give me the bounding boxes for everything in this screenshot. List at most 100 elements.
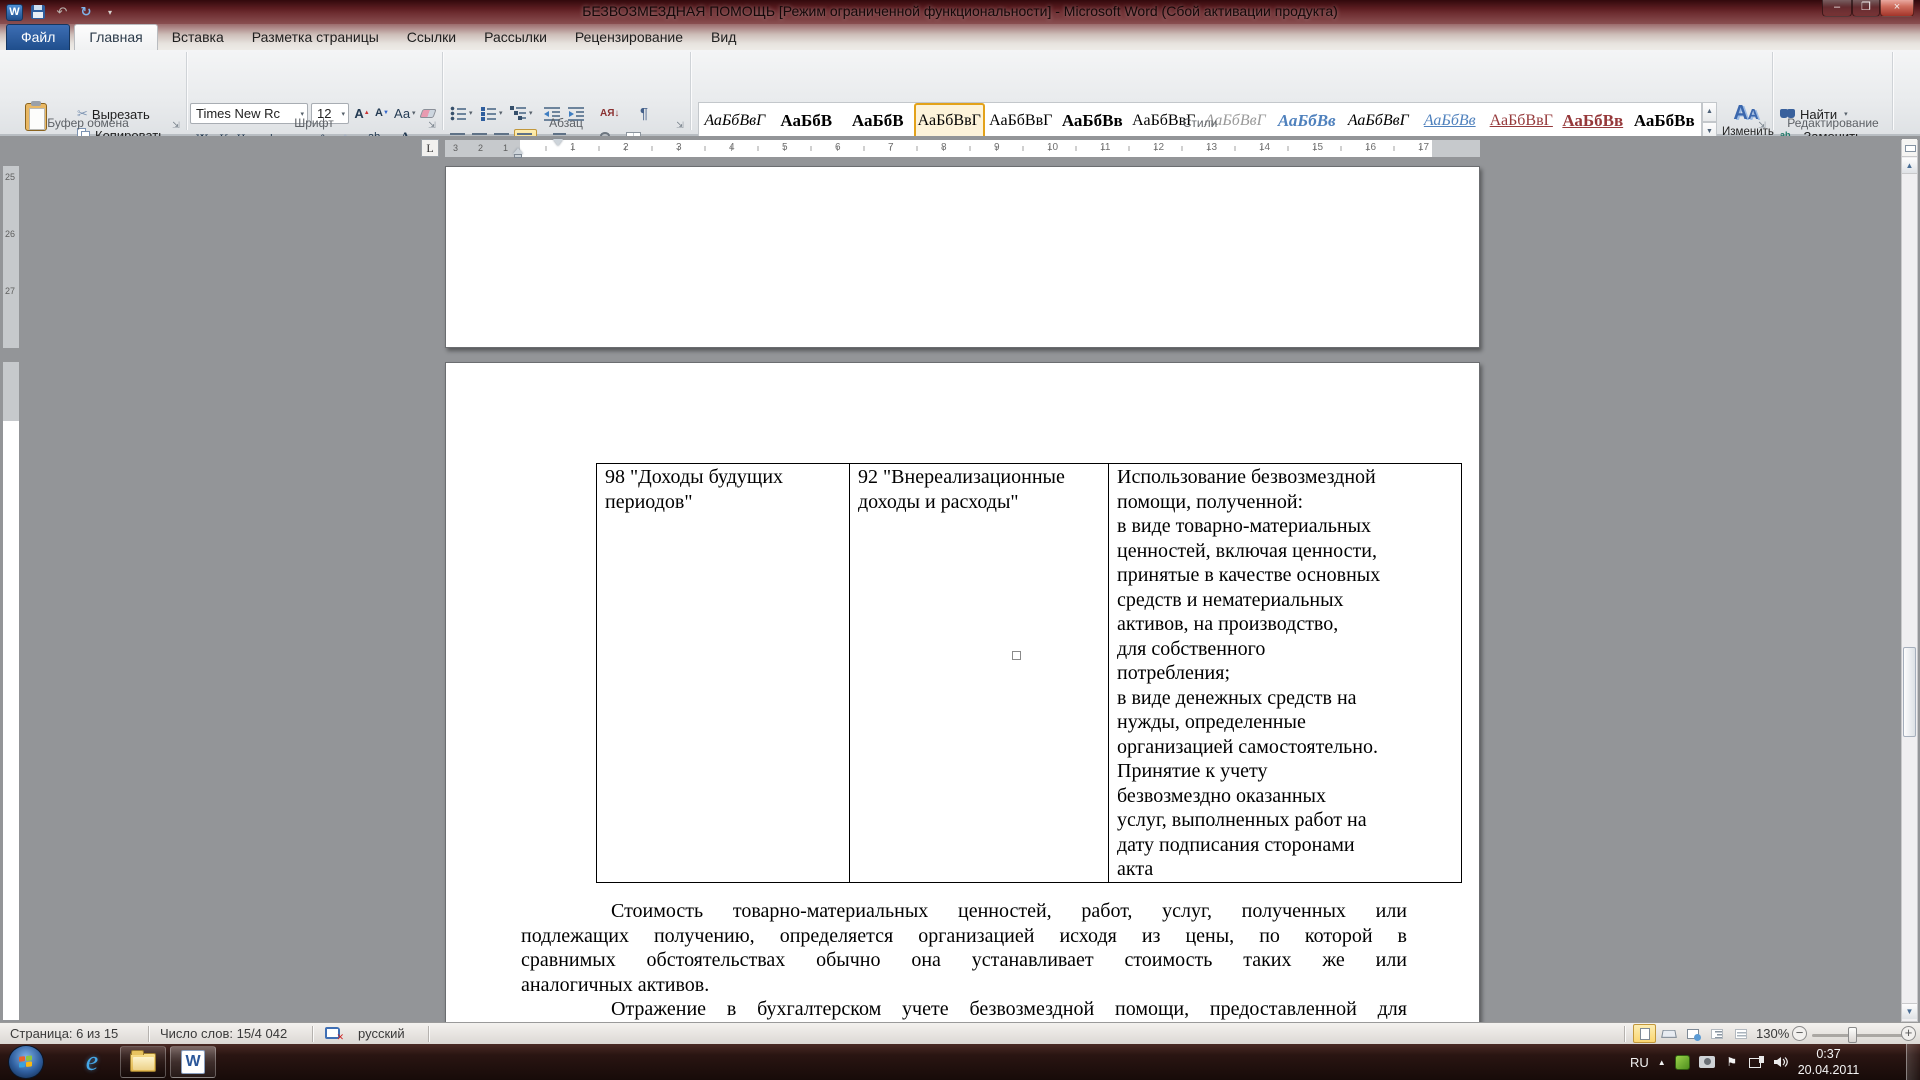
table-cell-usage[interactable]: Использование безвозмездной помощи, полу… [1109, 464, 1462, 883]
word-count[interactable]: Число слов: 15/4 042 [160, 1026, 287, 1041]
save-icon [31, 5, 45, 19]
ruler-toggle-button[interactable] [1902, 139, 1917, 157]
network-tray-icon[interactable] [1749, 1056, 1764, 1068]
web-layout-icon [1687, 1029, 1699, 1039]
tab-вставка[interactable]: Вставка [158, 25, 238, 50]
status-separator [312, 1026, 313, 1042]
vertical-ruler[interactable]: 252627 [3, 166, 19, 1020]
folder-icon [130, 1053, 156, 1072]
zoom-level[interactable]: 130% [1756, 1026, 1789, 1041]
page-previous[interactable] [445, 166, 1480, 348]
print-layout-icon [1640, 1028, 1650, 1040]
language-indicator[interactable]: русский [358, 1026, 405, 1041]
table-cell-account-98[interactable]: 98 "Доходы будущих периодов" [597, 464, 850, 883]
draft-view-button[interactable] [1729, 1024, 1752, 1043]
tab-вид[interactable]: Вид [697, 25, 750, 50]
ruler-number: 15 [1312, 142, 1323, 153]
draft-view-icon [1735, 1029, 1747, 1039]
ribbon-tabs: ФайлГлавнаяВставкаРазметка страницыСсылк… [6, 24, 750, 50]
clipboard-dialog-launcher[interactable]: ⇲ [170, 118, 182, 130]
first-line-indent-marker[interactable] [553, 139, 563, 146]
table-resize-handle[interactable] [1012, 651, 1021, 660]
antivirus-tray-icon[interactable] [1675, 1055, 1690, 1070]
ruler-margin-number: 2 [478, 143, 483, 153]
paragraph1-line-0[interactable]: Стоимость товарно-материальных ценностей… [521, 899, 1407, 924]
document-area: L 3211234567891011121314151617 252627 98… [0, 136, 1920, 1022]
show-desktop-button[interactable] [1906, 1044, 1920, 1080]
tab-рецензирование[interactable]: Рецензирование [561, 25, 697, 50]
styles-group-label: Стили [698, 116, 1702, 132]
status-separator [148, 1026, 149, 1042]
taskbar: e W RU ▲ ⚑ 0:37 20.04.2011 [0, 1044, 1920, 1080]
ruler-number: 1 [570, 142, 576, 153]
styles-dialog-launcher[interactable]: ⇲ [1756, 118, 1768, 130]
zoom-in-button[interactable]: + [1901, 1026, 1916, 1041]
paragraph1-line-3[interactable]: аналогичных активов. [521, 973, 1407, 998]
tab-selector[interactable]: L [421, 139, 439, 157]
table-row: 98 "Доходы будущих периодов" 92 "Внереал… [597, 464, 1462, 883]
vertical-ruler-number: 27 [5, 286, 15, 296]
tab-главная[interactable]: Главная [74, 24, 157, 50]
ruler-number: 9 [994, 142, 1000, 153]
page-gap [3, 348, 19, 362]
ribbon-tab-row: ФайлГлавнаяВставкаРазметка страницыСсылк… [0, 24, 1920, 50]
ruler-number: 4 [729, 142, 735, 153]
tab-разметка-страницы[interactable]: Разметка страницы [238, 25, 393, 50]
scrollbar-thumb[interactable] [1903, 647, 1916, 737]
action-center-flag-icon[interactable]: ⚑ [1724, 1054, 1740, 1070]
volume-tray-icon[interactable] [1773, 1054, 1789, 1070]
redo-button[interactable]: ↻ [77, 3, 95, 21]
close-button[interactable]: × [1880, 0, 1914, 17]
language-tray-indicator[interactable]: RU [1630, 1055, 1649, 1070]
windows-explorer-button[interactable] [120, 1046, 166, 1078]
left-indent-marker[interactable] [514, 154, 522, 158]
tab-ссылки[interactable]: Ссылки [393, 25, 470, 50]
qat-customize-button[interactable]: ▾ [101, 3, 119, 21]
font-dialog-launcher[interactable]: ⇲ [426, 118, 438, 130]
horizontal-ruler[interactable]: 3211234567891011121314151617 [445, 140, 1480, 157]
paragraph1-line-1[interactable]: подлежащих получению, определяется орган… [521, 924, 1407, 949]
ruler-number: 11 [1100, 142, 1110, 153]
full-screen-reading-button[interactable] [1657, 1024, 1680, 1043]
tab-файл[interactable]: Файл [6, 24, 70, 50]
page-current[interactable]: 98 "Доходы будущих периодов" 92 "Внереал… [445, 362, 1480, 1022]
vertical-scrollbar[interactable]: ▲ ▼ [1901, 140, 1918, 1022]
start-button[interactable] [8, 1045, 44, 1079]
internet-explorer-button[interactable]: e [74, 1048, 110, 1076]
ruler-number: 10 [1047, 142, 1058, 153]
show-hidden-icons-button[interactable]: ▲ [1658, 1058, 1666, 1067]
ruler-number: 5 [782, 142, 788, 153]
vertical-ruler-number: 26 [5, 229, 15, 239]
paragraph-dialog-launcher[interactable]: ⇲ [674, 118, 686, 130]
styles-scroll-up[interactable]: ▲ [1702, 102, 1717, 122]
ruler-number: 6 [835, 142, 841, 153]
word-taskbar-button[interactable]: W [170, 1046, 216, 1078]
paragraph2-line-0[interactable]: Отражение в бухгалтерском учете безвозме… [521, 997, 1407, 1022]
zoom-slider-thumb[interactable] [1848, 1027, 1857, 1043]
scroll-down-arrow[interactable]: ▼ [1902, 1003, 1917, 1019]
proofing-errors-icon[interactable] [325, 1027, 340, 1039]
tab-рассылки[interactable]: Рассылки [470, 25, 561, 50]
outline-view-button[interactable] [1705, 1024, 1728, 1043]
ruler-number: 12 [1153, 142, 1164, 153]
undo-button[interactable]: ↶ [53, 3, 71, 21]
device-tray-icon[interactable] [1699, 1056, 1715, 1068]
minimize-button[interactable]: – [1822, 0, 1852, 17]
page-indicator[interactable]: Страница: 6 из 15 [10, 1026, 118, 1041]
web-layout-button[interactable] [1681, 1024, 1704, 1043]
zoom-slider-track[interactable] [1812, 1034, 1904, 1037]
word-logo-icon[interactable]: W [6, 4, 23, 21]
ruler-number: 16 [1365, 142, 1376, 153]
group-separator [442, 52, 443, 130]
print-layout-view-button[interactable] [1633, 1024, 1656, 1043]
system-tray: RU ▲ ⚑ 0:37 20.04.2011 [1630, 1044, 1859, 1080]
paragraph1-line-2[interactable]: сравнимых обстоятельствах обычно она уст… [521, 948, 1407, 973]
table-cell-account-92[interactable]: 92 "Внереализационные доходы и расходы" [850, 464, 1109, 883]
zoom-out-button[interactable]: − [1792, 1026, 1807, 1041]
body-paragraphs[interactable]: Стоимость товарно-материальных ценностей… [521, 899, 1407, 1022]
clock[interactable]: 0:37 20.04.2011 [1798, 1046, 1860, 1078]
ruler-number: 13 [1206, 142, 1217, 153]
scroll-up-arrow[interactable]: ▲ [1902, 158, 1917, 174]
restore-button[interactable]: ❐ [1852, 0, 1880, 17]
save-button[interactable] [29, 3, 47, 21]
